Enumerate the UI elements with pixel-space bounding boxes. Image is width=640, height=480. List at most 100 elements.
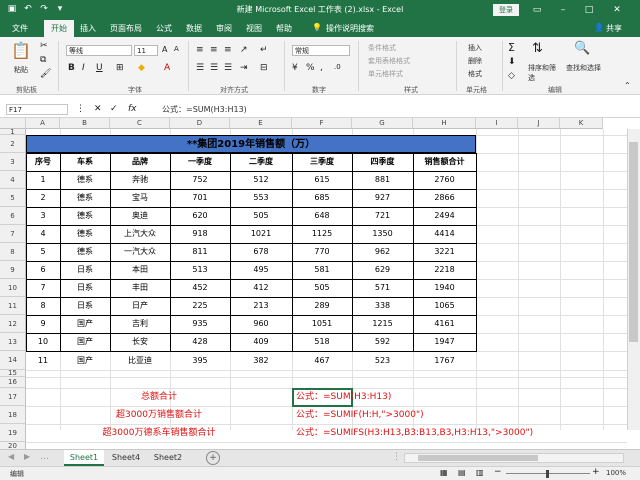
column-header-a[interactable]: A	[26, 118, 60, 129]
fill-color-icon[interactable]: ◆	[138, 63, 145, 73]
page-break-view-icon[interactable]: ▥	[476, 468, 484, 477]
data-cell[interactable]: 9	[26, 315, 60, 333]
format-cells-button[interactable]: 格式	[468, 69, 482, 79]
data-cell[interactable]: 648	[292, 207, 352, 225]
data-cell[interactable]: 620	[170, 207, 230, 225]
data-cell[interactable]: 513	[170, 261, 230, 279]
ribbon-display-icon[interactable]: ▭	[530, 3, 544, 17]
data-cell[interactable]: 505	[230, 207, 292, 225]
data-cell[interactable]: 701	[170, 189, 230, 207]
minimize-icon[interactable]: –	[556, 3, 570, 17]
data-cell[interactable]: 丰田	[110, 279, 170, 297]
tab-view[interactable]: 视图	[246, 23, 262, 34]
data-cell[interactable]: 一汽大众	[110, 243, 170, 261]
data-cell[interactable]: 上汽大众	[110, 225, 170, 243]
note-formula[interactable]: 公式：=SUMIF(H:H,">3000")	[296, 406, 616, 424]
tab-home[interactable]: 开始	[44, 20, 74, 37]
data-cell[interactable]: 奔驰	[110, 171, 170, 189]
column-header-i[interactable]: I	[476, 118, 518, 129]
column-header-j[interactable]: J	[518, 118, 560, 129]
data-cell[interactable]: 德系	[60, 243, 110, 261]
data-cell[interactable]: 289	[292, 297, 352, 315]
table-title[interactable]: **集团2019年销售额（万）	[26, 135, 476, 153]
tell-me-search[interactable]: 操作说明搜索	[326, 23, 374, 34]
data-cell[interactable]: 3221	[413, 243, 476, 261]
header-cell[interactable]: 三季度	[292, 153, 352, 171]
data-cell[interactable]: 日系	[60, 279, 110, 297]
horizontal-scroll-thumb[interactable]	[418, 455, 538, 461]
sheet-tab-sheet2[interactable]: Sheet2	[148, 450, 188, 466]
column-header-e[interactable]: E	[230, 118, 292, 129]
data-cell[interactable]: 宝马	[110, 189, 170, 207]
data-cell[interactable]: 德系	[60, 207, 110, 225]
name-box[interactable]: F17	[6, 104, 68, 115]
align-bottom-icon[interactable]: ≡	[224, 45, 232, 55]
fill-icon[interactable]: ⬇	[508, 57, 516, 67]
data-cell[interactable]: 德系	[60, 189, 110, 207]
split-handle-icon[interactable]: ⋮	[392, 452, 401, 462]
data-cell[interactable]: 685	[292, 189, 352, 207]
row-header-10[interactable]: 10	[0, 279, 26, 297]
data-cell[interactable]: 721	[352, 207, 413, 225]
data-cell[interactable]: 412	[230, 279, 292, 297]
data-cell[interactable]: 2	[26, 189, 60, 207]
tab-review[interactable]: 审阅	[216, 23, 232, 34]
data-cell[interactable]: 409	[230, 333, 292, 351]
close-icon[interactable]: ✕	[610, 3, 624, 17]
sort-filter-button[interactable]: 排序和筛选	[528, 63, 556, 83]
tab-help[interactable]: 帮助	[276, 23, 292, 34]
add-sheet-icon[interactable]: +	[206, 451, 220, 465]
zoom-out-icon[interactable]: −	[494, 467, 502, 477]
zoom-level[interactable]: 100%	[606, 469, 626, 477]
data-cell[interactable]: 5	[26, 243, 60, 261]
orientation-icon[interactable]: ↗	[240, 45, 248, 55]
data-cell[interactable]: 523	[352, 351, 413, 370]
indent-icon[interactable]: ⇥	[240, 63, 248, 73]
data-cell[interactable]: 592	[352, 333, 413, 351]
paste-label[interactable]: 粘贴	[14, 65, 28, 75]
conditional-format-button[interactable]: 条件格式	[368, 43, 396, 53]
data-cell[interactable]: 752	[170, 171, 230, 189]
insert-function-icon[interactable]: fx	[128, 104, 137, 114]
data-cell[interactable]: 日系	[60, 261, 110, 279]
data-cell[interactable]: 1021	[230, 225, 292, 243]
italic-icon[interactable]: I	[82, 63, 85, 73]
data-cell[interactable]: 2494	[413, 207, 476, 225]
column-header-h[interactable]: H	[413, 118, 476, 129]
row-header-11[interactable]: 11	[0, 297, 26, 315]
tab-insert[interactable]: 插入	[80, 23, 96, 34]
data-cell[interactable]: 1125	[292, 225, 352, 243]
align-right-icon[interactable]: ☰	[224, 63, 232, 73]
row-header-13[interactable]: 13	[0, 333, 26, 351]
data-cell[interactable]: 629	[352, 261, 413, 279]
header-cell[interactable]: 二季度	[230, 153, 292, 171]
prev-sheet-icon[interactable]: ◀	[8, 452, 14, 461]
data-cell[interactable]: 518	[292, 333, 352, 351]
data-cell[interactable]: 国产	[60, 351, 110, 370]
row-header-15[interactable]: 15	[0, 370, 26, 377]
data-cell[interactable]: 2218	[413, 261, 476, 279]
paste-icon[interactable]: 📋	[10, 41, 32, 60]
note-label[interactable]: 超3000万销售额合计	[26, 406, 292, 424]
currency-icon[interactable]: ¥	[292, 63, 298, 73]
data-cell[interactable]: 3	[26, 207, 60, 225]
next-sheet-icon[interactable]: ▶	[24, 452, 30, 461]
data-cell[interactable]: 811	[170, 243, 230, 261]
note-label[interactable]: 超3000万德系车销售额合计	[26, 424, 292, 442]
row-header-5[interactable]: 5	[0, 189, 26, 207]
insert-cells-button[interactable]: 插入	[468, 43, 482, 53]
tab-data[interactable]: 数据	[186, 23, 202, 34]
data-cell[interactable]: 452	[170, 279, 230, 297]
data-cell[interactable]: 4	[26, 225, 60, 243]
data-cell[interactable]: 1350	[352, 225, 413, 243]
header-cell[interactable]: 销售额合计	[413, 153, 476, 171]
row-header-9[interactable]: 9	[0, 261, 26, 279]
format-as-table-button[interactable]: 套用表格格式	[368, 56, 410, 66]
wrap-text-icon[interactable]: ↵	[260, 45, 268, 55]
row-header-3[interactable]: 3	[0, 153, 26, 171]
copy-icon[interactable]: ⧉	[40, 55, 46, 65]
row-header-19[interactable]: 19	[0, 424, 26, 442]
merge-center-icon[interactable]: ⊟	[260, 63, 268, 73]
row-header-2[interactable]: 2	[0, 135, 26, 153]
data-cell[interactable]: 11	[26, 351, 60, 370]
